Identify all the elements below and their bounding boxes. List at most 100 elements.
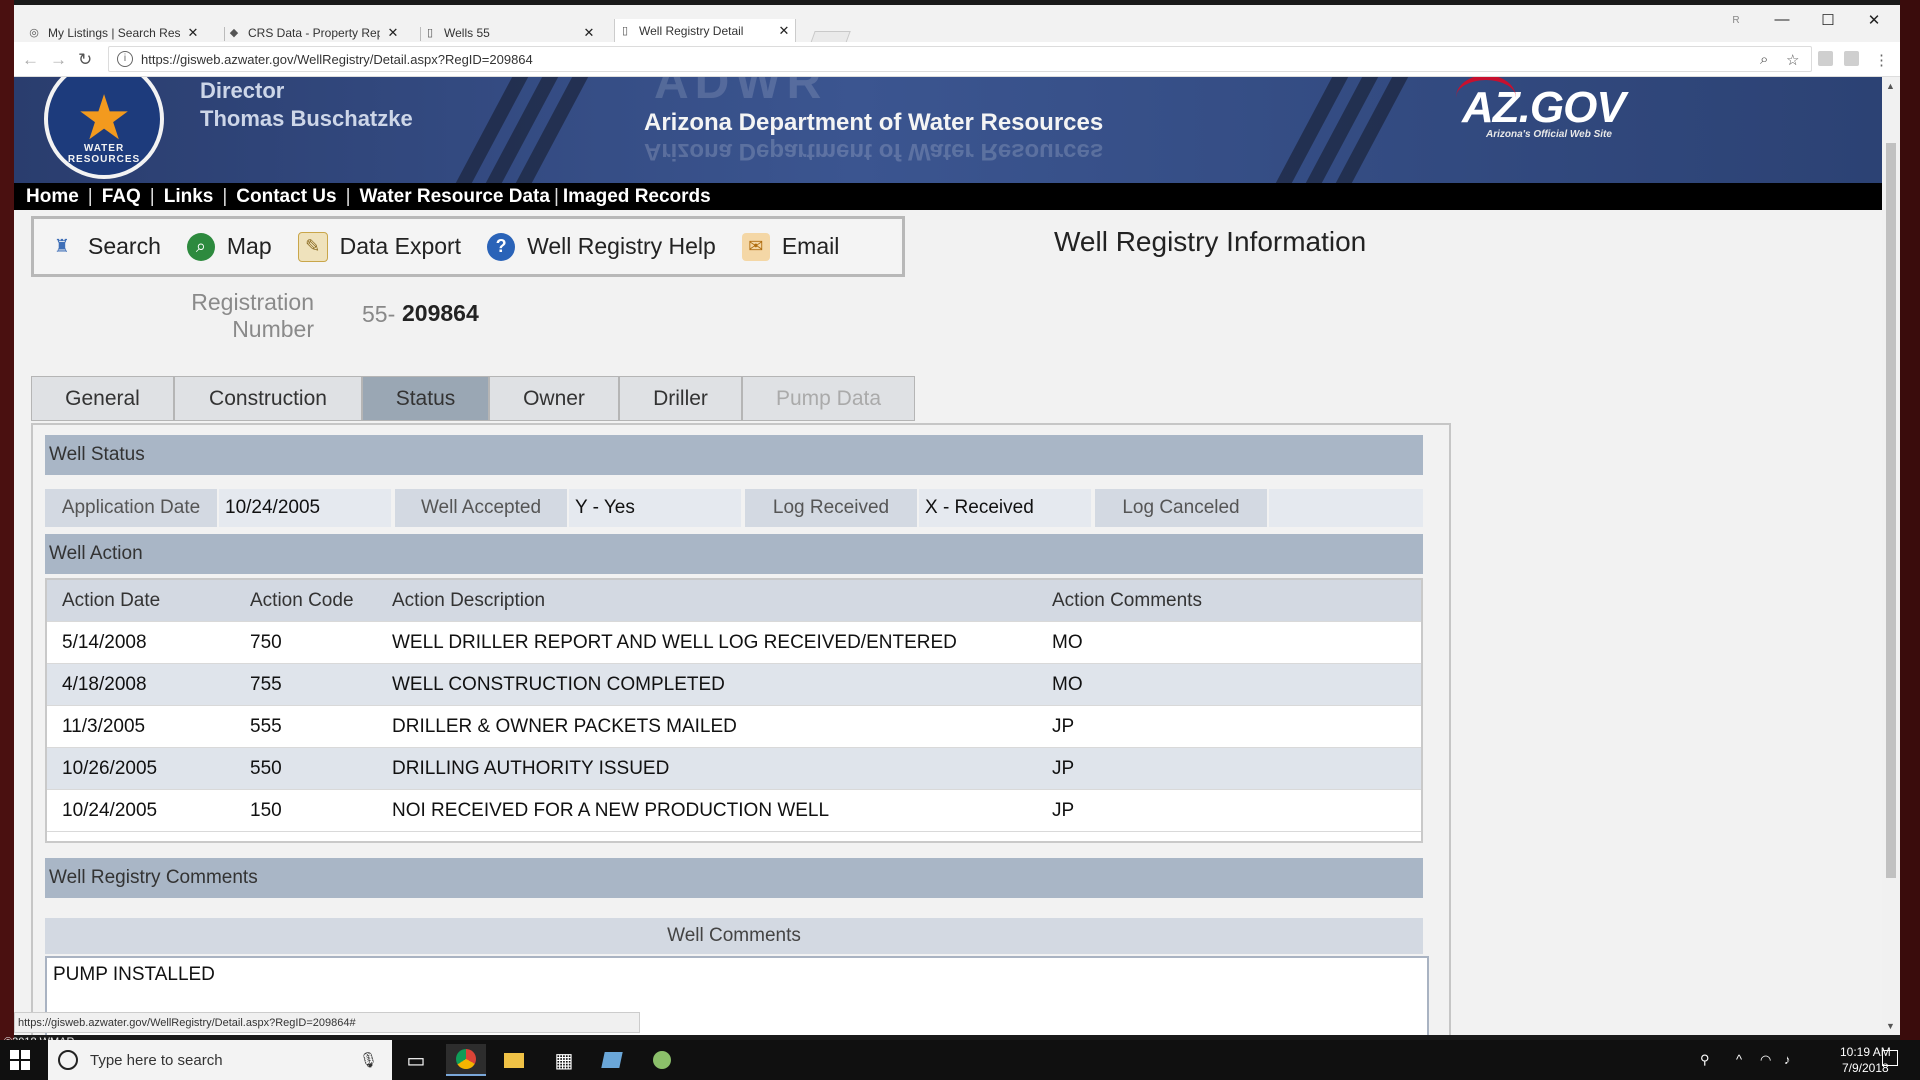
tool-bar: ♜ Search ⌕ Map ✎ Data Export ? Well Regi…: [31, 216, 905, 277]
browser-tab-wells-55[interactable]: ▯ Wells 55 ✕: [424, 23, 596, 43]
column-header: Action Description: [392, 589, 546, 611]
well-status-row: Application Date 10/24/2005 Well Accepte…: [45, 489, 1423, 527]
address-bar[interactable]: i https://gisweb.azwater.gov/WellRegistr…: [108, 46, 1812, 72]
page-icon: ▯: [426, 27, 434, 39]
seal-text: WATER RESOURCES: [67, 143, 141, 165]
windows-taskbar: Type here to search 🎙 ▭ ▦ ⚲ ^ ◠ ♪ 10:19 …: [0, 1040, 1920, 1080]
application-date-label: Application Date: [45, 489, 217, 527]
bookmark-star-icon[interactable]: ☆: [1786, 51, 1799, 69]
back-arrow-icon[interactable]: ←: [22, 50, 39, 70]
agency-banner: ADWR ★ WATER RESOURCES Director Thomas B…: [14, 77, 1882, 183]
volume-icon[interactable]: ♪: [1784, 1052, 1791, 1067]
close-icon[interactable]: ✕: [582, 25, 596, 41]
nav-imaged-records[interactable]: Imaged Records: [563, 186, 711, 208]
tab-pump-data: Pump Data: [742, 376, 915, 421]
task-view-icon[interactable]: ▭: [396, 1044, 436, 1076]
nav-home[interactable]: Home: [26, 186, 79, 208]
agency-name: Arizona Department of Water Resources: [644, 109, 1104, 136]
microphone-icon[interactable]: 🎙: [359, 1051, 378, 1069]
well-action-heading: Well Action: [45, 534, 1423, 574]
main-content: ♜ Search ⌕ Map ✎ Data Export ? Well Regi…: [14, 210, 1882, 1035]
page-scrollbar[interactable]: ▲ ▼: [1882, 77, 1900, 1035]
table-row: 10/24/2005 150 NOI RECEIVED FOR A NEW PR…: [47, 790, 1421, 832]
tab-driller[interactable]: Driller: [619, 376, 742, 421]
map-tool-button[interactable]: ⌕ Map: [186, 232, 272, 261]
globe-search-icon: ⌕: [186, 232, 215, 261]
url-text: https://gisweb.azwater.gov/WellRegistry/…: [141, 51, 533, 67]
extension-icon[interactable]: [1818, 51, 1833, 66]
director-block: Director Thomas Buschatzke: [200, 77, 413, 133]
close-icon[interactable]: ✕: [186, 25, 200, 41]
column-header: Action Code: [250, 589, 354, 611]
tab-label: Wells 55: [444, 26, 490, 40]
calculator-icon[interactable]: ▦: [544, 1044, 584, 1076]
wifi-icon[interactable]: ◠: [1760, 1052, 1771, 1068]
azgov-logo[interactable]: AZ.GOV Arizona's Official Web Site: [1456, 77, 1652, 147]
tab-label: My Listings | Search Resu: [48, 26, 180, 40]
help-icon: ?: [487, 232, 516, 261]
maximize-icon[interactable]: ☐: [1808, 11, 1848, 29]
nav-links[interactable]: Links: [164, 186, 214, 208]
profile-icon[interactable]: R: [1716, 15, 1756, 26]
minimize-icon[interactable]: —: [1762, 11, 1802, 28]
close-icon[interactable]: ✕: [386, 25, 400, 41]
tab-strip: ◎ My Listings | Search Resu ✕ ◆ CRS Data…: [14, 5, 1900, 46]
azgov-tagline: Arizona's Official Web Site: [1486, 129, 1612, 140]
window-close-icon[interactable]: ✕: [1854, 11, 1894, 29]
nav-contact-us[interactable]: Contact Us: [236, 186, 336, 208]
table-row: 5/14/2008 750 WELL DRILLER REPORT AND WE…: [47, 622, 1421, 664]
well-registry-help-button[interactable]: ? Well Registry Help: [487, 232, 716, 261]
nav-water-resource-data[interactable]: Water Resource Data: [360, 186, 550, 208]
scrollbar-thumb[interactable]: [1886, 143, 1896, 878]
taskbar-search-box[interactable]: Type here to search 🎙: [48, 1040, 392, 1080]
page-viewport: ADWR ★ WATER RESOURCES Director Thomas B…: [14, 77, 1882, 1035]
search-tool-button[interactable]: ♜ Search: [48, 233, 161, 261]
nav-faq[interactable]: FAQ: [102, 186, 141, 208]
cortana-icon: [58, 1050, 78, 1070]
extension-icon[interactable]: [1844, 51, 1859, 66]
forward-arrow-icon[interactable]: →: [50, 50, 67, 70]
scroll-down-icon[interactable]: ▼: [1886, 1021, 1895, 1031]
browser-window: ◎ My Listings | Search Resu ✕ ◆ CRS Data…: [14, 5, 1900, 1035]
tab-owner[interactable]: Owner: [489, 376, 619, 421]
info-icon[interactable]: i: [117, 51, 133, 67]
browser-tab-crs-data[interactable]: ◆ CRS Data - Property Repo ✕: [228, 23, 400, 43]
browser-tab-well-registry-detail[interactable]: ▯ Well Registry Detail ✕: [614, 19, 796, 43]
log-canceled-label: Log Canceled: [1095, 489, 1267, 527]
log-received-label: Log Received: [745, 489, 917, 527]
application-date-value: 10/24/2005: [219, 489, 391, 527]
tab-construction[interactable]: Construction: [174, 376, 362, 421]
column-header: Action Comments: [1052, 589, 1202, 611]
browser-menu-icon[interactable]: ⋮: [1874, 51, 1889, 69]
email-button[interactable]: ✉ Email: [741, 232, 839, 261]
zoom-icon[interactable]: ⌕: [1760, 51, 1768, 68]
tab-status[interactable]: Status: [362, 376, 489, 421]
page-icon: ▯: [621, 25, 629, 37]
reload-icon[interactable]: ↻: [78, 50, 92, 70]
well-accepted-label: Well Accepted: [395, 489, 567, 527]
chrome-app-icon[interactable]: [446, 1044, 486, 1076]
people-icon[interactable]: ⚲: [1700, 1052, 1710, 1068]
close-icon[interactable]: ✕: [777, 23, 791, 39]
action-center-icon[interactable]: [1882, 1050, 1898, 1066]
tab-label: Well Registry Detail: [639, 24, 744, 38]
binoculars-icon: ♜: [53, 236, 71, 256]
tab-general[interactable]: General: [31, 376, 174, 421]
scroll-up-icon[interactable]: ▲: [1886, 81, 1895, 91]
registration-prefix: 55-: [362, 301, 396, 327]
notes-app-icon[interactable]: [592, 1044, 632, 1076]
log-received-value: X - Received: [919, 489, 1091, 527]
windows-start-icon[interactable]: [10, 1050, 30, 1070]
adwr-seal-logo[interactable]: ★ WATER RESOURCES: [44, 77, 164, 179]
well-accepted-value: Y - Yes: [569, 489, 741, 527]
browser-tab-my-listings[interactable]: ◎ My Listings | Search Resu ✕: [28, 23, 200, 43]
desktop-edge-left: [0, 0, 14, 1040]
registration-number-label: Registration Number: [191, 289, 314, 342]
link-hover-status: https://gisweb.azwater.gov/WellRegistry/…: [14, 1012, 640, 1033]
file-explorer-icon[interactable]: [494, 1044, 534, 1076]
app-icon[interactable]: [642, 1044, 682, 1076]
star-icon: ★: [76, 84, 132, 153]
detail-tabs: General Construction Status Owner Drille…: [31, 376, 915, 423]
tray-chevron-up-icon[interactable]: ^: [1736, 1052, 1742, 1067]
data-export-button[interactable]: ✎ Data Export: [297, 231, 461, 262]
